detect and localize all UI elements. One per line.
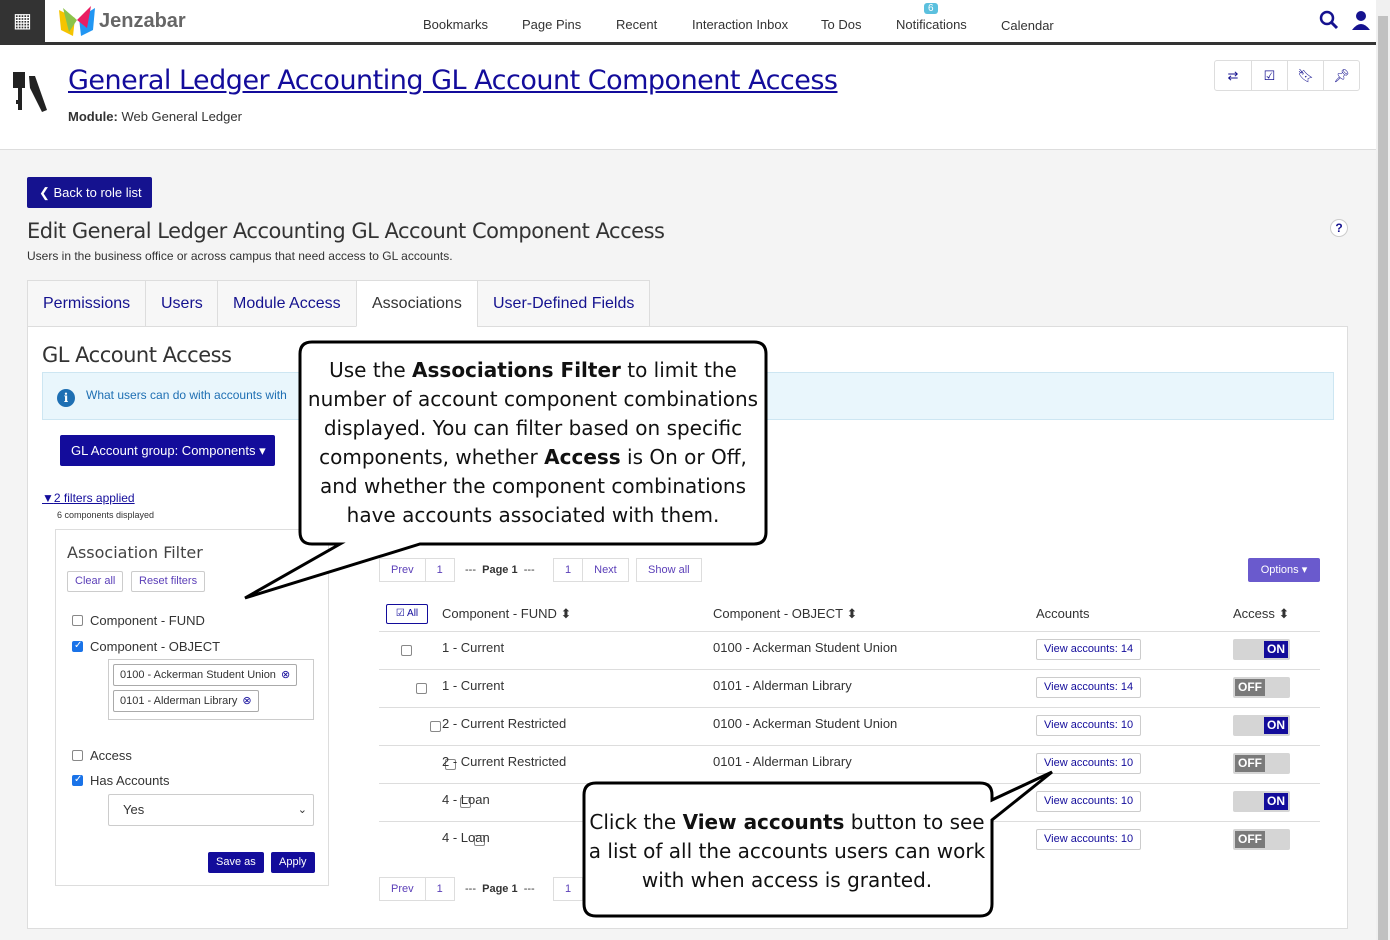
callout-view-text: Click the View accounts button to see a …: [588, 810, 986, 892]
callout-filter-text: Use the Associations Filter to limit the…: [307, 358, 759, 527]
